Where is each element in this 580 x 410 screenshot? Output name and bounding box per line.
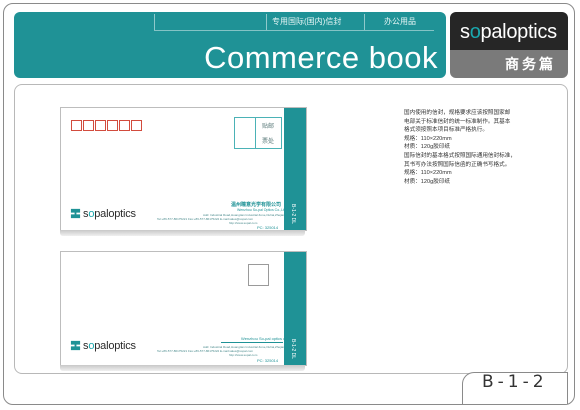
description-line: 国际信封的基本格式按照国际通用信封标准， xyxy=(404,152,516,159)
company-name-en: Wenzhou So-pal Optics Co.,Ltd xyxy=(237,208,286,212)
description-line: 规格：110×220mm xyxy=(404,170,452,177)
sopal-logo-icon xyxy=(70,208,81,219)
postcode-box xyxy=(95,120,106,131)
international-envelope: sopaloptics Wenzhou So-pal optics co.,lt… xyxy=(60,251,307,371)
description-line: 格式须按照本项目标准严格执行。 xyxy=(404,127,488,134)
nav-item-envelope[interactable]: 专用国际(国内)信封 xyxy=(272,16,341,27)
postcode-box xyxy=(119,120,130,131)
envelope-shadow xyxy=(60,365,305,371)
address-line: http://www.sopal.com xyxy=(229,221,258,225)
page-number: B-1-2 xyxy=(482,372,548,392)
postcode-box xyxy=(107,120,118,131)
description-line: 其书写办法按照国际信函的正确书写格式。 xyxy=(404,161,511,168)
stamp-label-bottom: 票处 xyxy=(262,139,275,145)
description-line: 材质：120g胶印纸 xyxy=(404,144,451,151)
spec-description: 国内使用的信封，规格要求应该按照国家邮 电部关于标准信封的统一标准制作。其基本 … xyxy=(404,109,564,186)
stamp-label-top: 贴邮 xyxy=(262,124,275,130)
postcode-box xyxy=(83,120,94,131)
sopal-logo-icon xyxy=(70,340,81,351)
description-line: 电部关于标准信封的统一标准制作。其基本 xyxy=(404,118,511,125)
strip-label: B-1-2 DL xyxy=(290,338,296,359)
postcode-box xyxy=(131,120,142,131)
envelope-strip: B-1-2 DL xyxy=(284,252,306,365)
postcode-box xyxy=(71,120,82,131)
address-rule xyxy=(221,342,283,343)
brand-block: sopaloptics 商务篇 xyxy=(450,12,568,78)
address-line: http://www.sopal.com xyxy=(229,353,258,357)
header-band: 专用国际(国内)信封 办公用品 Commerce book xyxy=(14,12,446,78)
company-name-cn: 温州瞳意光学有限公司 xyxy=(231,202,282,208)
page-title: Commerce book xyxy=(204,40,438,75)
postcode-text: PC: 325014 xyxy=(257,358,279,363)
header-separator xyxy=(154,14,155,30)
stamp-box xyxy=(248,264,269,286)
envelope-strip: B-1-2 DL xyxy=(284,108,306,230)
header-separator xyxy=(266,14,267,30)
domestic-envelope: 贴邮 票处 sopaloptics 温州瞳意光学有限公司 Wenzhou So-… xyxy=(60,107,307,236)
brand-logo: sopaloptics xyxy=(460,21,557,43)
strip-label: B-1-2 DL xyxy=(290,203,296,224)
envelope-logo-text: sopaloptics xyxy=(83,208,136,220)
envelope-logo-text: sopaloptics xyxy=(83,340,136,352)
header-divider xyxy=(154,30,434,31)
stamp-inner xyxy=(235,118,256,148)
nav-item-office-supplies[interactable]: 办公用品 xyxy=(384,16,416,27)
description-line: 国内使用的信封，规格要求应该按照国家邮 xyxy=(404,110,511,116)
stamp-area: 贴邮 票处 xyxy=(234,117,282,149)
brand-subtitle: 商务篇 xyxy=(505,56,556,72)
header-separator xyxy=(364,14,365,30)
description-line: 材质：120g胶印纸 xyxy=(404,178,451,185)
envelope-shadow xyxy=(60,230,305,236)
description-line: 规格：110×220mm xyxy=(404,135,452,142)
